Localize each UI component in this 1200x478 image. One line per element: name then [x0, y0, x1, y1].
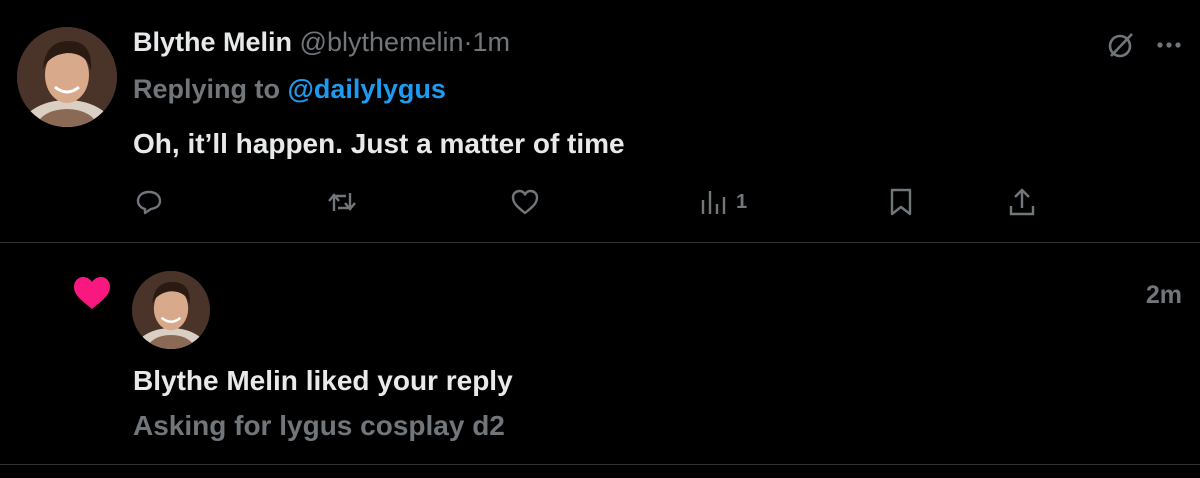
notification-time: 2m [1145, 281, 1182, 309]
bookmark-icon [888, 187, 914, 217]
reply-icon [134, 187, 164, 217]
notification-title: Blythe Melin liked your reply [133, 365, 513, 396]
tweet-text: Oh, it’ll happen. Just a matter of time [133, 128, 625, 159]
like-button[interactable] [510, 182, 540, 222]
views-icon [700, 187, 728, 217]
tweet-actions-bar: 1 [0, 182, 1200, 222]
display-name[interactable]: Blythe Melin [133, 27, 292, 57]
share-button[interactable] [1008, 182, 1036, 222]
separator-dot: · [463, 27, 473, 57]
heart-icon [72, 275, 112, 316]
like-notification[interactable]: 2m Blythe Melin liked your reply Asking … [0, 243, 1200, 465]
avatar[interactable] [132, 271, 210, 349]
tweet-header: Blythe Melin @blythemelin·1m [133, 26, 510, 58]
views-count: 1 [736, 190, 748, 213]
more-icon[interactable] [1156, 41, 1182, 49]
mention-link[interactable]: @dailylygus [288, 74, 446, 104]
retweet-icon [326, 187, 358, 217]
tweet-reply[interactable]: Blythe Melin @blythemelin·1m Replying to… [0, 0, 1200, 243]
share-icon [1008, 187, 1036, 217]
like-icon [510, 187, 540, 217]
views-button[interactable]: 1 [700, 182, 747, 222]
tweet-time[interactable]: 1m [473, 27, 511, 57]
reply-button[interactable] [134, 182, 164, 222]
replying-prefix: Replying to [133, 74, 280, 104]
notification-subtitle: Asking for lygus cosplay d2 [133, 410, 505, 441]
grok-icon[interactable] [1106, 30, 1136, 60]
replying-to: Replying to @dailylygus [133, 73, 446, 105]
avatar[interactable] [17, 27, 117, 127]
user-handle[interactable]: @blythemelin [300, 27, 464, 57]
retweet-button[interactable] [326, 182, 358, 222]
tweet-top-actions [1106, 30, 1182, 60]
bookmark-button[interactable] [888, 182, 914, 222]
